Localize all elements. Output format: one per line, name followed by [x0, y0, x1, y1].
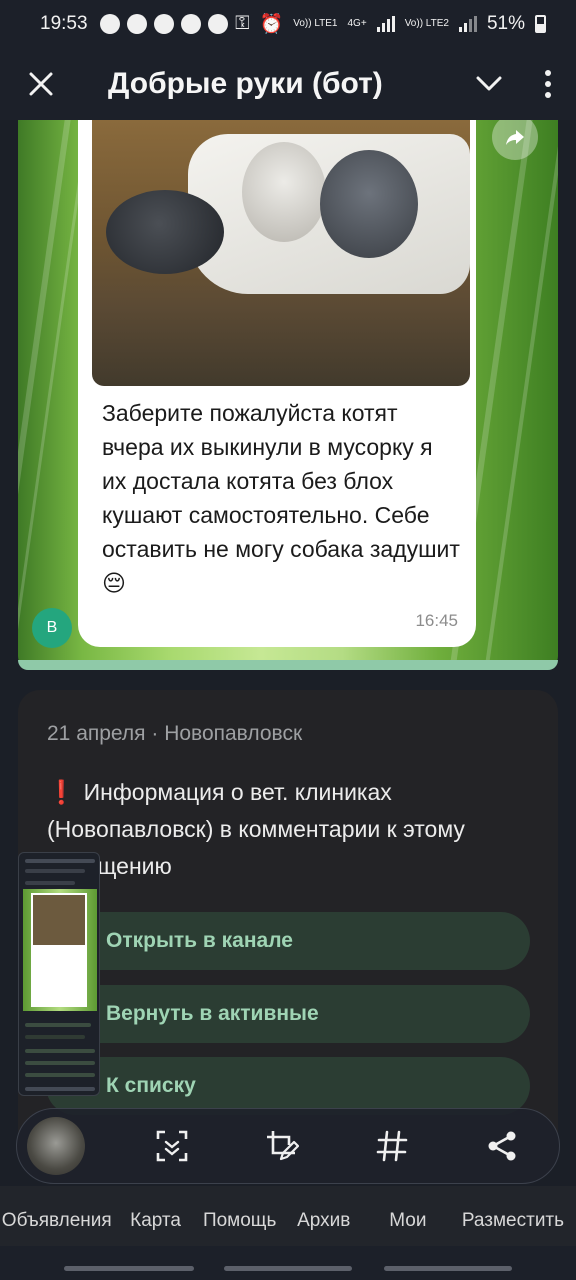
nav-item-archive[interactable]: Архив: [282, 1186, 366, 1246]
sim1-label: Vo)) LTE1: [293, 18, 338, 29]
kebab-menu-icon: [545, 70, 551, 76]
sim2-label: Vo)) LTE2: [404, 18, 449, 29]
listing-image[interactable]: Заберите пожалуйста котят вчера их выкин…: [18, 120, 558, 670]
app-header: Добрые руки (бот): [0, 48, 576, 120]
status-right: ⚿ ⏰ Vo)) LTE1 4G+ Vo)) LTE2 51%: [235, 12, 546, 36]
nav-item-map[interactable]: Карта: [114, 1186, 198, 1246]
page-title: Добрые руки (бот): [108, 67, 383, 100]
telegram-icon: [153, 14, 174, 34]
kitten-photo: [92, 120, 470, 386]
avatar: В: [32, 608, 72, 648]
post-body: Информация о вет. клиниках (Новопавловск…: [47, 779, 465, 879]
alarm-icon: ⏰: [259, 14, 284, 35]
nav-item-listings[interactable]: Объявления: [0, 1186, 114, 1246]
chat-icon: [126, 14, 147, 34]
more-menu-button[interactable]: [520, 48, 576, 120]
key-icon: ⚿: [235, 13, 250, 34]
network-label: 4G+: [347, 18, 367, 29]
battery-level: 51%: [486, 13, 525, 34]
nav-label: Объявления: [1, 1210, 112, 1231]
nav-label: Разместить: [461, 1210, 565, 1231]
edit-crop-icon: [267, 1131, 299, 1161]
share-arrow-icon: [506, 130, 524, 145]
signal2-icon: [458, 16, 477, 32]
open-in-channel-button[interactable]: Открыть в канале: [46, 912, 530, 970]
nav-label: Помощь: [202, 1210, 277, 1231]
nav-label: Карта: [130, 1210, 181, 1231]
chevron-down-icon: [476, 76, 502, 91]
system-nav-bar: [0, 1246, 576, 1280]
scan-text-icon: [156, 1130, 188, 1162]
hashtag-icon: [376, 1130, 408, 1162]
expand-button[interactable]: [458, 48, 520, 120]
card-divider: [18, 660, 558, 670]
battery-icon: [535, 15, 546, 33]
return-to-active-button[interactable]: Вернуть в активные: [46, 985, 530, 1043]
close-icon: [29, 72, 53, 96]
chat-bubble: Заберите пожалуйста котят вчера их выкин…: [78, 120, 476, 647]
nav-label: Архив: [297, 1210, 351, 1231]
nav-label: Мои: [389, 1210, 427, 1231]
status-time: 19:53: [40, 13, 88, 34]
post-meta: 21 апреля · Новопавловск: [47, 722, 303, 745]
exclamation-icon: ❗: [47, 779, 76, 805]
nav-item-mine[interactable]: Мои: [366, 1186, 450, 1246]
message-time: 16:45: [415, 611, 458, 630]
screenshot-toolbar: [16, 1108, 560, 1184]
webapp-content[interactable]: Заберите пожалуйста котят вчера их выкин…: [0, 120, 576, 1160]
share-button[interactable]: [447, 1108, 557, 1184]
nav-item-post[interactable]: Разместить: [450, 1186, 576, 1246]
screenshot-thumbnail[interactable]: [27, 1117, 85, 1175]
shield-icon: [180, 14, 201, 34]
nav-item-help[interactable]: Помощь: [198, 1186, 282, 1246]
forward-button[interactable]: [492, 120, 538, 160]
bottom-navigation: Объявления Карта Помощь Архив Мои Размес…: [0, 1186, 576, 1246]
kitten-dark: [106, 190, 224, 274]
kitten-grey: [320, 150, 418, 258]
back-to-list-button[interactable]: К списку: [46, 1057, 530, 1115]
post-text: ❗ Информация о вет. клиниках (Новопавловс…: [47, 774, 537, 885]
signal-icon: [376, 16, 395, 32]
kitten-light: [242, 142, 326, 242]
close-button[interactable]: [0, 48, 82, 120]
share-icon: [488, 1131, 516, 1161]
instagram-icon: [207, 14, 228, 34]
message-text: Заберите пожалуйста котят вчера их выкин…: [102, 400, 460, 596]
whatsapp-icon: [99, 14, 120, 34]
scan-text-button[interactable]: [117, 1108, 227, 1184]
status-bar: 19:53 ⚿ ⏰ Vo)) LTE1 4G+ Vo)) LTE2 51%: [0, 0, 576, 48]
screenshot-preview[interactable]: [18, 852, 100, 1096]
hashtag-button[interactable]: [337, 1108, 447, 1184]
edit-button[interactable]: [227, 1108, 337, 1184]
notification-icons: [99, 14, 228, 34]
